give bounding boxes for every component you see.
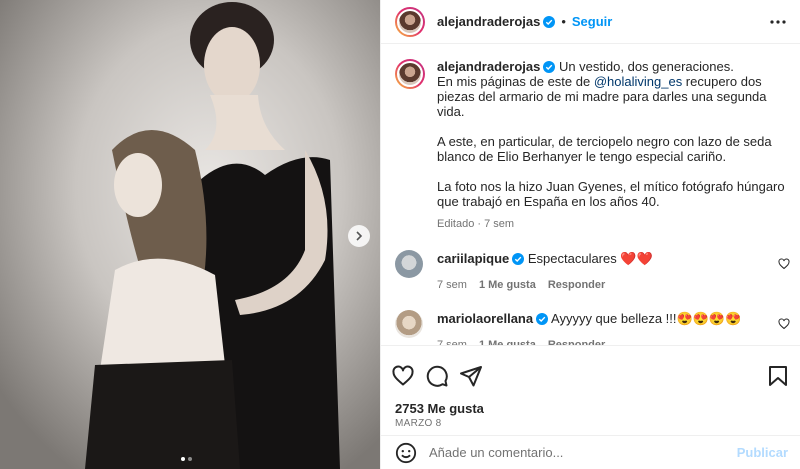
comment-input[interactable]: [429, 445, 737, 460]
comment-time: 7 sem: [437, 279, 467, 291]
comment-icon[interactable]: [425, 364, 449, 388]
commenter-username[interactable]: cariilapique: [437, 251, 509, 266]
more-options-icon: [770, 19, 786, 24]
verified-badge-icon: [543, 15, 556, 28]
heart-icon[interactable]: [391, 364, 415, 388]
comment-heart-icon[interactable]: [778, 258, 790, 270]
comment-likes[interactable]: 1 Me gusta: [479, 277, 536, 294]
follow-button[interactable]: Seguir: [572, 14, 612, 29]
post-photo: [0, 0, 380, 469]
carousel-indicator: [181, 457, 192, 461]
reply-button[interactable]: Responder: [548, 337, 605, 345]
comment-text: Ayyyyy que belleza !!!😍😍😍😍: [548, 311, 742, 326]
share-icon[interactable]: [459, 364, 483, 388]
comment-item: mariolaorellana Ayyyyy que belleza !!!😍😍…: [381, 310, 800, 345]
more-options-button[interactable]: [768, 12, 788, 32]
chevron-right-icon: [356, 231, 363, 241]
emoji-icon[interactable]: [395, 442, 417, 464]
caption-paragraph-2: A este, en particular, de terciopelo neg…: [437, 134, 772, 164]
carousel-dot: [188, 457, 192, 461]
caption-paragraph-3: La foto nos la hizo Juan Gyenes, el míti…: [437, 179, 785, 209]
next-image-button[interactable]: [348, 225, 370, 247]
reply-button[interactable]: Responder: [548, 277, 605, 294]
caption-line1: Un vestido, dos generaciones.: [555, 59, 734, 74]
author-avatar[interactable]: [395, 6, 425, 37]
verified-badge-icon: [543, 61, 556, 73]
comment-heart-icon[interactable]: [778, 318, 790, 330]
commenter-avatar[interactable]: [395, 250, 423, 278]
post-panel: alejandraderojas • Seguir alejandraderoj…: [380, 0, 800, 469]
post-image[interactable]: [0, 0, 380, 469]
commenter-avatar[interactable]: [395, 310, 423, 338]
separator: •: [561, 14, 566, 29]
comment-time: 7 sem: [437, 339, 467, 345]
mention-link[interactable]: @holaliving_es: [594, 74, 682, 89]
post-caption: alejandraderojas Un vestido, dos generac…: [381, 45, 800, 232]
verified-badge-icon: [536, 313, 549, 325]
verified-badge-icon: [512, 253, 525, 265]
publish-button[interactable]: Publicar: [737, 445, 788, 460]
comments-area[interactable]: alejandraderojas Un vestido, dos generac…: [381, 45, 800, 345]
carousel-dot: [181, 457, 185, 461]
post-header: alejandraderojas • Seguir: [381, 0, 800, 44]
caption-avatar[interactable]: [395, 59, 425, 89]
caption-meta: Editado · 7 sem: [437, 218, 515, 230]
comment-item: cariilapique Espectaculares ❤️❤️ 7 sem 1…: [381, 250, 800, 294]
add-comment-bar: Publicar: [381, 435, 800, 469]
caption-username[interactable]: alejandraderojas: [437, 59, 540, 74]
comment-text: Espectaculares ❤️❤️: [524, 251, 653, 266]
bookmark-icon[interactable]: [766, 364, 790, 388]
comment-likes[interactable]: 1 Me gusta: [479, 337, 536, 345]
post-actions: 2753 Me gusta MARZO 8 Publicar: [381, 345, 800, 467]
caption-line2-pre: En mis páginas de este de: [437, 74, 594, 89]
post-date: MARZO 8: [395, 418, 442, 429]
author-username[interactable]: alejandraderojas: [437, 14, 540, 29]
likes-count[interactable]: 2753 Me gusta: [381, 392, 800, 416]
commenter-username[interactable]: mariolaorellana: [437, 311, 533, 326]
